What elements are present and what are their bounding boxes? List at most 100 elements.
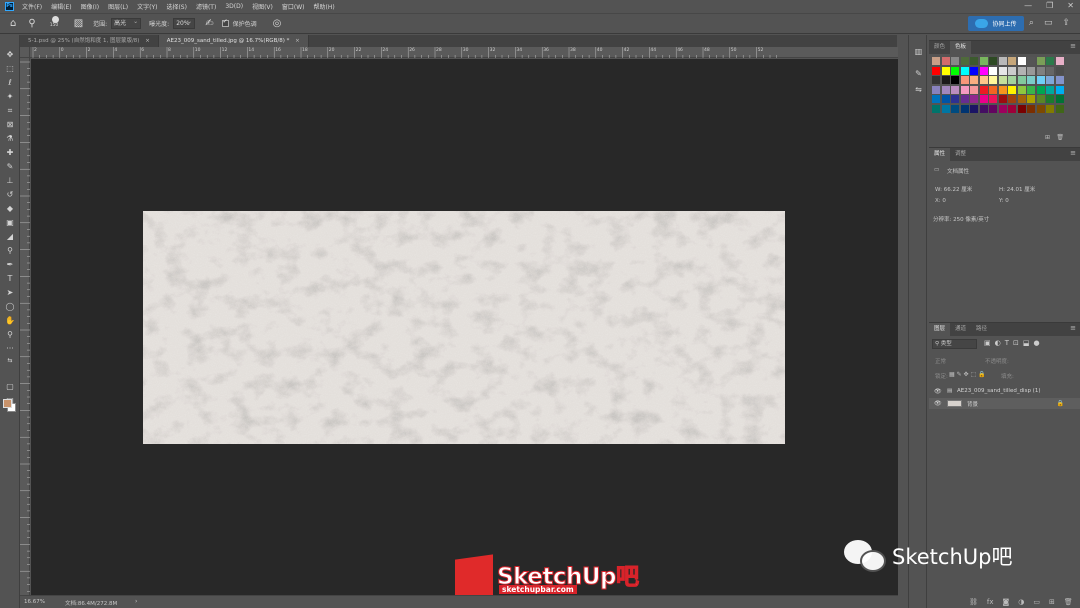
close-tab-icon[interactable]: ×: [145, 38, 150, 44]
share-upload-button[interactable]: 协同上传: [968, 16, 1024, 31]
menu-help[interactable]: 帮助(H): [314, 2, 335, 11]
color-swatch[interactable]: [998, 95, 1007, 103]
menu-view[interactable]: 视图(V): [252, 2, 273, 11]
lock-icon[interactable]: 🔒: [1057, 400, 1064, 407]
adjustments-panel-icon[interactable]: ⇋: [913, 85, 924, 96]
layer-row-background[interactable]: 👁 背景 🔒: [929, 398, 1080, 409]
visibility-eye-icon[interactable]: 👁: [934, 400, 942, 407]
color-swatch[interactable]: [970, 104, 978, 113]
color-swatch[interactable]: [1017, 66, 1026, 75]
color-swatch[interactable]: [1008, 104, 1016, 113]
brush-settings-panel-icon[interactable]: ✎: [913, 69, 924, 80]
menu-type[interactable]: 文字(Y): [137, 2, 157, 11]
menu-edit[interactable]: 编辑(E): [51, 2, 71, 11]
status-menu-icon[interactable]: ›: [135, 598, 137, 605]
color-swatch[interactable]: [932, 57, 940, 65]
layer-row[interactable]: 👁 ▤ AE23_009_sand_tilled_disp (1): [929, 386, 1080, 397]
new-swatch-icon[interactable]: ⊞: [1045, 134, 1050, 141]
color-swatch[interactable]: [1046, 95, 1054, 103]
sand-texture-image[interactable]: [143, 211, 785, 444]
color-swatch[interactable]: [989, 104, 997, 113]
color-swatch[interactable]: [1017, 57, 1026, 65]
zoom-level[interactable]: 16.67%: [24, 599, 45, 605]
foreground-color-swatch[interactable]: [3, 399, 12, 408]
color-swatch[interactable]: [1046, 76, 1054, 84]
new-layer-icon[interactable]: ⊞: [1049, 598, 1055, 606]
layer-style-icon[interactable]: fx: [987, 598, 994, 606]
delete-layer-icon[interactable]: 🗑: [1064, 598, 1073, 606]
color-swatch[interactable]: [960, 57, 969, 65]
color-swatch[interactable]: [1027, 95, 1035, 103]
color-swatch[interactable]: [1027, 66, 1035, 75]
tab-properties[interactable]: 属性: [929, 148, 951, 161]
search-icon[interactable]: ⌕: [1029, 18, 1034, 28]
color-swatch[interactable]: [998, 76, 1007, 84]
color-swatch[interactable]: [1008, 76, 1016, 84]
color-swatch[interactable]: [998, 66, 1007, 75]
color-swatch[interactable]: [998, 85, 1007, 94]
vertical-ruler[interactable]: [20, 58, 30, 595]
color-swatch[interactable]: [989, 85, 997, 94]
brush-tool-icon[interactable]: ✎: [4, 161, 16, 172]
color-swatch[interactable]: [951, 66, 959, 75]
more-tools-icon[interactable]: ···: [4, 343, 16, 354]
link-layers-icon[interactable]: ⛓: [969, 598, 978, 606]
tab-swatches[interactable]: 色板: [950, 41, 972, 54]
clone-stamp-tool-icon[interactable]: ⊥: [4, 175, 16, 186]
color-swatch[interactable]: [941, 76, 950, 84]
color-swatch[interactable]: [941, 95, 950, 103]
color-swatch[interactable]: [1008, 57, 1016, 65]
dodge-tool-preset-icon[interactable]: ⚲: [28, 18, 35, 29]
color-swatch[interactable]: [1046, 57, 1054, 65]
color-swatch[interactable]: [941, 104, 950, 113]
path-selection-tool-icon[interactable]: ➤: [4, 287, 16, 298]
marquee-tool-icon[interactable]: ⬚: [4, 63, 16, 74]
ruler-origin[interactable]: [20, 47, 30, 58]
tab-color[interactable]: 颜色: [929, 41, 950, 54]
filter-pixel-icon[interactable]: ▣: [984, 339, 991, 347]
quick-mask-icon[interactable]: ▢: [4, 381, 16, 392]
new-group-icon[interactable]: ▭: [1033, 598, 1040, 606]
layer-filter-select[interactable]: ⚲ 类型: [932, 339, 977, 349]
color-swatch[interactable]: [1036, 85, 1045, 94]
color-swatch[interactable]: [989, 76, 997, 84]
canvas-workspace[interactable]: SketchUp吧 sketchupbar.com: [31, 59, 898, 602]
color-swatch[interactable]: [989, 66, 997, 75]
zoom-tool-icon[interactable]: ⚲: [4, 329, 16, 340]
tab-layers[interactable]: 图层: [929, 323, 951, 336]
share-icon[interactable]: ⇪: [1062, 18, 1070, 28]
color-swatch[interactable]: [1036, 95, 1045, 103]
color-swatch[interactable]: [998, 57, 1007, 65]
color-swatch[interactable]: [970, 57, 978, 65]
color-swatch[interactable]: [1036, 66, 1045, 75]
healing-brush-tool-icon[interactable]: ✚: [4, 147, 16, 158]
lasso-tool-icon[interactable]: ℓ: [4, 77, 16, 88]
maximize-icon[interactable]: ❐: [1046, 1, 1053, 10]
x-value[interactable]: X: 0: [935, 198, 946, 204]
color-swatch[interactable]: [1027, 104, 1035, 113]
color-swatch[interactable]: [932, 66, 940, 75]
color-swatch[interactable]: [1017, 85, 1026, 94]
color-swatch[interactable]: [941, 66, 950, 75]
tab-channels[interactable]: 通道: [950, 323, 971, 336]
menu-file[interactable]: 文件(F): [22, 2, 42, 11]
close-tab-icon[interactable]: ×: [295, 38, 300, 44]
tab-paths[interactable]: 路径: [971, 323, 992, 336]
color-swatch[interactable]: [960, 95, 969, 103]
color-swatch[interactable]: [1046, 66, 1054, 75]
color-swatch[interactable]: [960, 66, 969, 75]
color-swatch[interactable]: [998, 104, 1007, 113]
menu-3d[interactable]: 3D(D): [225, 3, 243, 10]
color-swatch[interactable]: [1055, 57, 1064, 65]
brush-size-picker[interactable]: 150: [50, 15, 62, 32]
color-swatch[interactable]: [989, 95, 997, 103]
pressure-icon[interactable]: ◎: [273, 18, 282, 29]
color-swatch[interactable]: [1055, 95, 1064, 103]
color-swatch[interactable]: [1036, 104, 1045, 113]
color-swatch[interactable]: [941, 57, 950, 65]
frame-tool-icon[interactable]: ⊠: [4, 119, 16, 130]
airbrush-icon[interactable]: ✍: [205, 18, 213, 29]
color-swatch[interactable]: [1055, 66, 1064, 75]
color-swatch[interactable]: [1055, 76, 1064, 84]
y-value[interactable]: Y: 0: [999, 198, 1009, 204]
